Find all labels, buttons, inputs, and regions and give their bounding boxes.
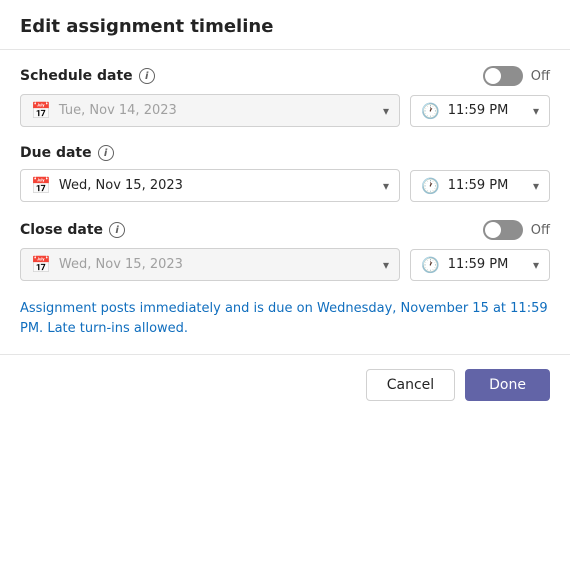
dialog-title: Edit assignment timeline <box>20 16 273 37</box>
dialog-body: Schedule date i Off 📅 Tue, Nov 14, 2023 … <box>0 50 570 354</box>
due-time-chevron-icon: ▾ <box>533 179 539 193</box>
info-message: Assignment posts immediately and is due … <box>20 299 550 338</box>
due-date-section: Due date i 📅 Wed, Nov 15, 2023 ▾ 🕐 11:59… <box>20 145 550 202</box>
dialog-header: Edit assignment timeline <box>0 0 570 50</box>
schedule-date-calendar-icon: 📅 <box>31 101 51 120</box>
close-time-chevron-icon: ▾ <box>533 258 539 272</box>
close-date-section: Close date i Off 📅 Wed, Nov 15, 2023 ▾ <box>20 220 550 281</box>
schedule-date-label: Schedule date i <box>20 68 155 84</box>
schedule-date-toggle-knob <box>485 68 501 84</box>
schedule-date-section: Schedule date i Off 📅 Tue, Nov 14, 2023 … <box>20 66 550 127</box>
schedule-date-value: Tue, Nov 14, 2023 <box>59 103 375 118</box>
schedule-date-label-text: Schedule date <box>20 68 133 84</box>
edit-assignment-dialog: Edit assignment timeline Schedule date i… <box>0 0 570 415</box>
due-time-value: 11:59 PM <box>448 178 525 193</box>
dialog-footer: Cancel Done <box>0 354 570 415</box>
close-date-value: Wed, Nov 15, 2023 <box>59 257 375 272</box>
due-time-clock-icon: 🕐 <box>421 177 440 195</box>
close-date-info-icon[interactable]: i <box>109 222 125 238</box>
close-time-clock-icon: 🕐 <box>421 256 440 274</box>
close-date-toggle-row: Off <box>483 220 550 240</box>
due-date-label-row: Due date i <box>20 145 550 161</box>
close-date-toggle-knob <box>485 222 501 238</box>
schedule-date-picker[interactable]: 📅 Tue, Nov 14, 2023 ▾ <box>20 94 400 127</box>
close-date-toggle-label: Off <box>531 223 550 238</box>
schedule-date-toggle-label: Off <box>531 69 550 84</box>
close-date-chevron-icon: ▾ <box>383 258 389 272</box>
due-date-value: Wed, Nov 15, 2023 <box>59 178 375 193</box>
schedule-date-chevron-icon: ▾ <box>383 104 389 118</box>
close-date-label-text: Close date <box>20 222 103 238</box>
close-time-value: 11:59 PM <box>448 257 525 272</box>
close-date-label: Close date i <box>20 222 125 238</box>
close-date-calendar-icon: 📅 <box>31 255 51 274</box>
due-time-picker[interactable]: 🕐 11:59 PM ▾ <box>410 170 550 202</box>
due-date-info-icon[interactable]: i <box>98 145 114 161</box>
due-date-picker[interactable]: 📅 Wed, Nov 15, 2023 ▾ <box>20 169 400 202</box>
schedule-date-inputs: 📅 Tue, Nov 14, 2023 ▾ 🕐 11:59 PM ▾ <box>20 94 550 127</box>
close-date-toggle[interactable] <box>483 220 523 240</box>
close-date-picker[interactable]: 📅 Wed, Nov 15, 2023 ▾ <box>20 248 400 281</box>
schedule-date-toggle-row: Off <box>483 66 550 86</box>
due-date-calendar-icon: 📅 <box>31 176 51 195</box>
due-date-inputs: 📅 Wed, Nov 15, 2023 ▾ 🕐 11:59 PM ▾ <box>20 169 550 202</box>
cancel-button[interactable]: Cancel <box>366 369 455 401</box>
schedule-date-toggle[interactable] <box>483 66 523 86</box>
schedule-time-value: 11:59 PM <box>448 103 525 118</box>
schedule-time-clock-icon: 🕐 <box>421 102 440 120</box>
close-date-inputs: 📅 Wed, Nov 15, 2023 ▾ 🕐 11:59 PM ▾ <box>20 248 550 281</box>
close-time-picker[interactable]: 🕐 11:59 PM ▾ <box>410 249 550 281</box>
schedule-date-info-icon[interactable]: i <box>139 68 155 84</box>
due-date-label: Due date i <box>20 145 114 161</box>
close-date-label-row: Close date i Off <box>20 220 550 240</box>
due-date-chevron-icon: ▾ <box>383 179 389 193</box>
schedule-time-picker[interactable]: 🕐 11:59 PM ▾ <box>410 95 550 127</box>
schedule-time-chevron-icon: ▾ <box>533 104 539 118</box>
done-button[interactable]: Done <box>465 369 550 401</box>
schedule-date-label-row: Schedule date i Off <box>20 66 550 86</box>
due-date-label-text: Due date <box>20 145 92 161</box>
